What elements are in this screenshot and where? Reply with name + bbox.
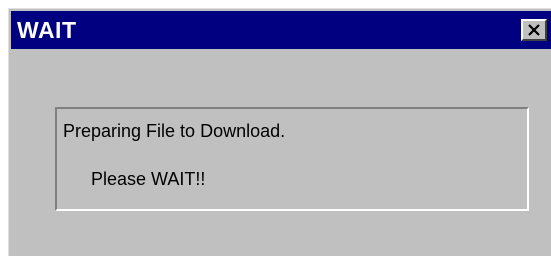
window-title: WAIT: [17, 17, 77, 43]
status-message: Preparing File to Download.: [63, 121, 286, 141]
message-panel: Preparing File to Download. Please WAIT!…: [55, 107, 529, 211]
wait-message: Please WAIT!!: [91, 169, 206, 189]
title-bar[interactable]: WAIT: [11, 11, 551, 49]
wait-dialog: WAIT Preparing File to Download. Please …: [8, 8, 551, 256]
close-button[interactable]: [521, 19, 547, 41]
